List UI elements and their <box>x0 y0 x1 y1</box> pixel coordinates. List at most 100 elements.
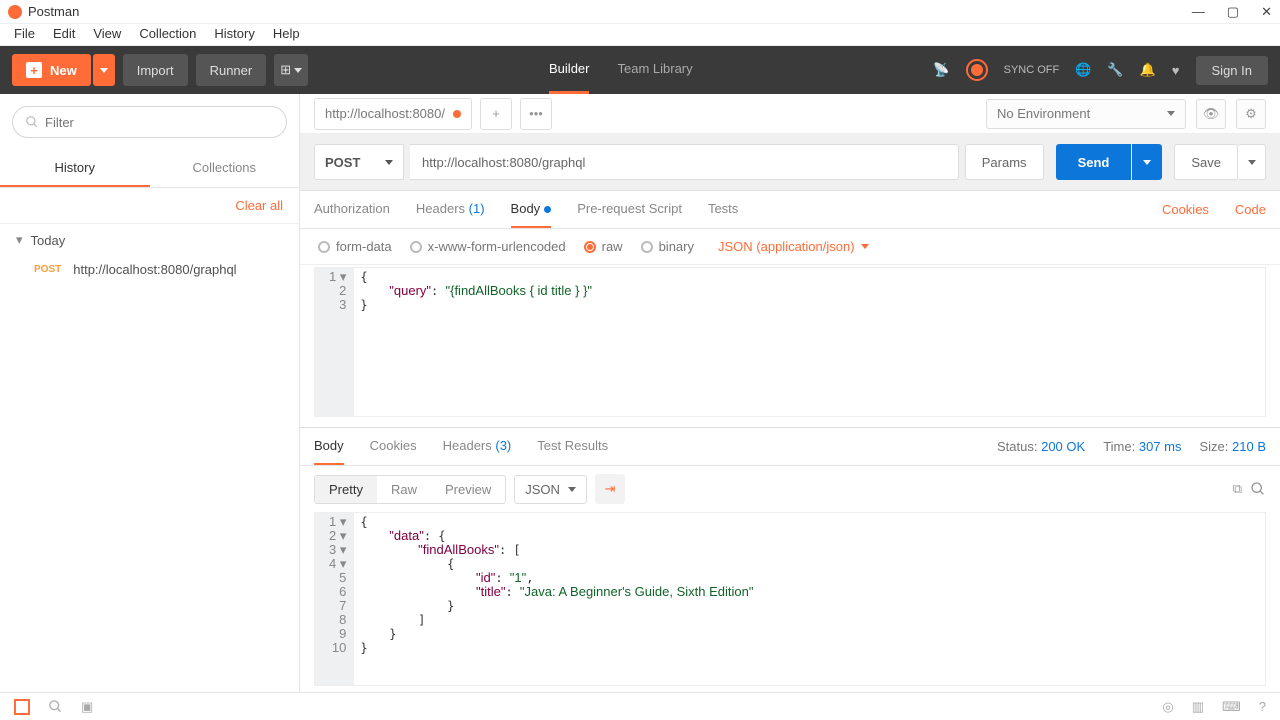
modified-dot-icon <box>544 206 551 213</box>
radio-urlencoded[interactable]: x-www-form-urlencoded <box>410 239 566 254</box>
menu-view[interactable]: View <box>93 26 121 41</box>
menubar: File Edit View Collection History Help <box>0 24 1280 46</box>
params-button[interactable]: Params <box>965 144 1044 180</box>
send-button[interactable]: Send <box>1056 144 1132 180</box>
history-item[interactable]: POST http://localhost:8080/graphql <box>0 256 299 283</box>
settings-button[interactable]: ⚙ <box>1236 99 1266 129</box>
request-tab[interactable]: http://localhost:8080/ <box>314 98 472 130</box>
radio-binary[interactable]: binary <box>641 239 694 254</box>
tab-tests[interactable]: Tests <box>708 191 738 228</box>
radio-raw[interactable]: raw <box>584 239 623 254</box>
send-dropdown[interactable] <box>1132 144 1162 180</box>
satellite-icon[interactable]: 📡 <box>933 62 949 78</box>
response-body-viewer[interactable]: 1 ▾2 ▾3 ▾4 ▾5678910 { "data": { "findAll… <box>314 512 1266 686</box>
menu-file[interactable]: File <box>14 26 35 41</box>
tab-authorization[interactable]: Authorization <box>314 191 390 228</box>
bell-icon[interactable]: 🔔 <box>1140 62 1156 78</box>
save-button[interactable]: Save <box>1174 144 1238 180</box>
response-format-select[interactable]: JSON <box>514 475 587 504</box>
menu-edit[interactable]: Edit <box>53 26 75 41</box>
two-pane-icon[interactable]: ▥ <box>1192 699 1204 715</box>
filter-input[interactable] <box>45 115 274 130</box>
time-value: 307 ms <box>1139 439 1182 454</box>
bootcamp-icon[interactable]: ◎ <box>1162 699 1173 715</box>
sidebar-tab-history[interactable]: History <box>0 150 150 187</box>
new-window-button[interactable]: ⊞ <box>274 54 308 86</box>
plus-icon: + <box>26 62 42 78</box>
filter-box[interactable] <box>12 106 287 138</box>
env-quicklook-button[interactable]: 👁 <box>1196 99 1226 129</box>
titlebar: Postman — ▢ ✕ <box>0 0 1280 24</box>
request-tab-title: http://localhost:8080/ <box>325 106 445 121</box>
method-select[interactable]: POST <box>314 144 404 180</box>
save-dropdown[interactable] <box>1238 144 1266 180</box>
tab-headers[interactable]: Headers (1) <box>416 191 485 228</box>
size-value: 210 B <box>1232 439 1266 454</box>
history-group-today[interactable]: ▾ Today <box>0 224 299 256</box>
statusbar: ▣ ◎ ▥ ⌨ ? <box>0 692 1280 720</box>
keyboard-icon[interactable]: ⌨ <box>1222 699 1241 715</box>
tab-team-library[interactable]: Team Library <box>617 46 692 94</box>
search-icon <box>25 115 39 129</box>
code-link[interactable]: Code <box>1235 202 1266 217</box>
history-group-label: Today <box>31 233 66 248</box>
menu-help[interactable]: Help <box>273 26 300 41</box>
radio-form-data[interactable]: form-data <box>318 239 392 254</box>
console-icon[interactable]: ▣ <box>81 699 93 715</box>
sync-status: SYNC OFF <box>1004 64 1060 76</box>
tab-builder[interactable]: Builder <box>549 46 589 94</box>
environment-label: No Environment <box>997 106 1090 121</box>
app-logo-icon <box>8 5 22 19</box>
request-tabstrip: http://localhost:8080/ + ••• <box>300 94 972 134</box>
response-tab-cookies[interactable]: Cookies <box>370 428 417 465</box>
menu-history[interactable]: History <box>214 26 254 41</box>
close-button[interactable]: ✕ <box>1261 4 1272 20</box>
response-tab-headers[interactable]: Headers (3) <box>443 428 512 465</box>
history-item-url: http://localhost:8080/graphql <box>73 262 236 277</box>
request-body-editor[interactable]: 1 ▾23 { "query": "{findAllBooks { id tit… <box>314 267 1266 417</box>
minimize-button[interactable]: — <box>1192 4 1205 20</box>
help-icon[interactable]: ? <box>1259 699 1266 714</box>
toolbar: + New Import Runner ⊞ Builder Team Librar… <box>0 46 1280 94</box>
maximize-button[interactable]: ▢ <box>1227 4 1239 20</box>
view-raw[interactable]: Raw <box>377 476 431 503</box>
response-tab-body[interactable]: Body <box>314 428 344 465</box>
runner-button[interactable]: Runner <box>196 54 267 86</box>
tab-options-button[interactable]: ••• <box>520 98 552 130</box>
response-tab-tests[interactable]: Test Results <box>537 428 608 465</box>
new-button-label: New <box>50 63 77 78</box>
view-preview[interactable]: Preview <box>431 476 505 503</box>
add-tab-button[interactable]: + <box>480 98 512 130</box>
status-value: 200 OK <box>1041 439 1085 454</box>
sidebar-toggle-icon[interactable] <box>14 699 30 715</box>
view-pretty[interactable]: Pretty <box>315 476 377 503</box>
caret-down-icon: ▾ <box>16 232 23 248</box>
menu-collection[interactable]: Collection <box>139 26 196 41</box>
sidebar: History Collections Clear all ▾ Today POS… <box>0 94 300 692</box>
wrench-icon[interactable]: 🔧 <box>1107 62 1123 78</box>
wrap-lines-button[interactable]: ⇥ <box>595 474 625 504</box>
signin-button[interactable]: Sign In <box>1196 56 1268 85</box>
heart-icon[interactable]: ♥ <box>1172 63 1180 78</box>
method-label: POST <box>325 155 360 170</box>
import-button[interactable]: Import <box>123 54 188 86</box>
copy-response-button[interactable]: ⧉ <box>1233 481 1242 497</box>
new-button-dropdown[interactable] <box>93 54 115 86</box>
search-response-button[interactable] <box>1250 481 1266 497</box>
url-input[interactable] <box>410 144 959 180</box>
method-badge: POST <box>34 264 61 275</box>
new-button[interactable]: + New <box>12 54 91 86</box>
content-type-select[interactable]: JSON (application/json) <box>718 239 869 254</box>
capture-icon[interactable] <box>966 59 988 81</box>
find-icon[interactable] <box>48 699 63 714</box>
unsaved-dot-icon <box>453 110 461 118</box>
tab-body[interactable]: Body <box>511 191 552 228</box>
clear-all-link[interactable]: Clear all <box>0 188 299 224</box>
tab-prerequest[interactable]: Pre-request Script <box>577 191 682 228</box>
environment-select[interactable]: No Environment <box>986 99 1186 129</box>
cookies-link[interactable]: Cookies <box>1162 202 1209 217</box>
globe-icon[interactable]: 🌐 <box>1075 62 1091 78</box>
view-mode-segment: Pretty Raw Preview <box>314 475 506 504</box>
sidebar-tab-collections[interactable]: Collections <box>150 150 300 187</box>
request-bar: POST Params Send Save <box>300 134 1280 191</box>
